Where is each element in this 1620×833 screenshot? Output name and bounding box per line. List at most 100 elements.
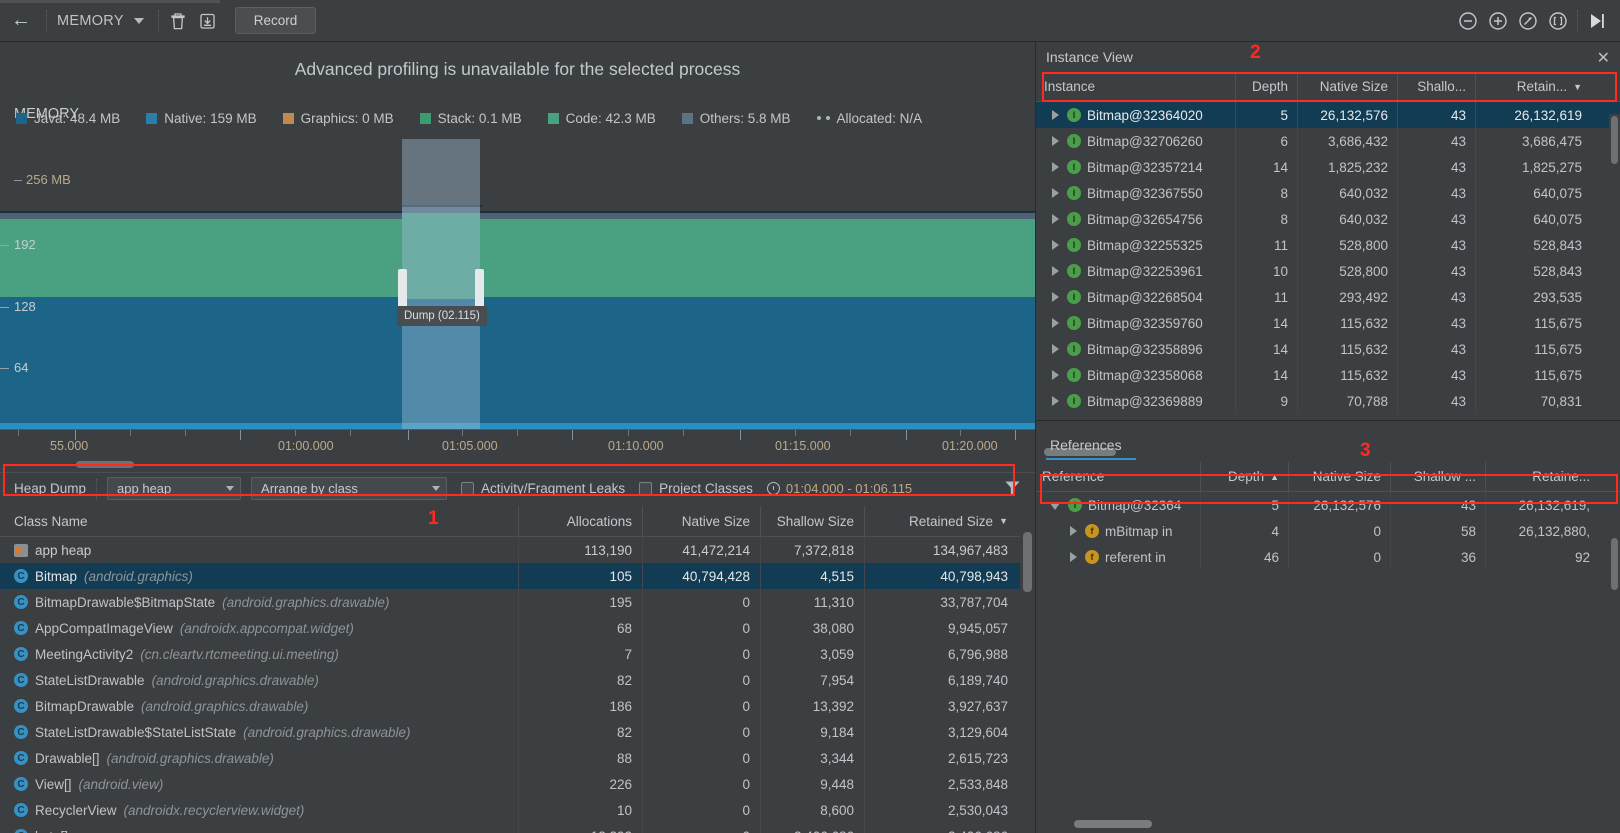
table-row[interactable]: C Bitmap (android.graphics) 105 40,794,428 4,…: [0, 563, 1020, 589]
heap-select[interactable]: app heap: [107, 477, 242, 500]
expand-triangle-icon[interactable]: [1052, 396, 1059, 406]
project-classes-checkbox[interactable]: Project Classes: [639, 481, 753, 496]
class-table[interactable]: Class Name Allocations Native Size Shall…: [0, 505, 1020, 833]
expand-triangle-icon[interactable]: [1052, 318, 1059, 328]
activity-fragment-leaks-checkbox[interactable]: Activity/Fragment Leaks: [461, 481, 625, 496]
timeline-scrollbar[interactable]: [0, 459, 1035, 470]
column-header-reference-depth[interactable]: Depth ▲: [1201, 461, 1289, 492]
references-vscrollbar-thumb[interactable]: [1611, 538, 1618, 590]
retained-size-cell: 3,927,637: [947, 698, 1008, 714]
memory-chart[interactable]: 192 128 64: [0, 139, 1035, 429]
record-button[interactable]: Record: [234, 7, 317, 34]
expand-triangle-icon[interactable]: [1052, 344, 1059, 354]
instance-name-cell: I Bitmap@32367550: [1036, 180, 1236, 206]
zoom-out-icon[interactable]: [1453, 6, 1483, 36]
native-size-cell: 0: [643, 667, 761, 693]
instance-row[interactable]: I Bitmap@32359760 14 115,632 43 115,675: [1036, 310, 1620, 336]
instance-row[interactable]: I Bitmap@32654756 8 640,032 43 640,075: [1036, 206, 1620, 232]
table-row[interactable]: C RecyclerView (androidx.recyclerview.widg…: [0, 797, 1020, 823]
column-header-class-name[interactable]: Class Name: [0, 505, 519, 537]
table-row[interactable]: C Drawable[] (android.graphics.drawable) 88…: [0, 745, 1020, 771]
table-row[interactable]: Cbyte[]12,29202,406,6862,406,686: [0, 823, 1020, 833]
expand-triangle-icon[interactable]: [1052, 188, 1059, 198]
expand-triangle-icon[interactable]: [1052, 292, 1059, 302]
expand-triangle-icon[interactable]: [1052, 110, 1059, 120]
column-header-instance[interactable]: Instance: [1036, 71, 1236, 102]
column-header-reference-shallow-size[interactable]: Shallow ...: [1391, 461, 1486, 492]
chevron-down-icon[interactable]: [133, 17, 144, 24]
references-vscrollbar[interactable]: [1609, 536, 1620, 656]
expand-triangle-icon[interactable]: [1070, 526, 1077, 536]
column-header-allocations[interactable]: Allocations: [519, 505, 643, 537]
table-row[interactable]: C AppCompatImageView (androidx.appcompat.w…: [0, 615, 1020, 641]
references-hscrollbar[interactable]: [1044, 818, 1614, 829]
instance-table-vscrollbar[interactable]: [1609, 114, 1620, 444]
class-table-scrollbar-thumb[interactable]: [1023, 532, 1032, 592]
tab-references[interactable]: References: [1046, 437, 1136, 460]
instance-row[interactable]: I Bitmap@32364020 5 26,132,576 43 26,132,619: [1036, 102, 1620, 128]
expand-triangle-icon[interactable]: [1052, 266, 1059, 276]
zoom-to-selection-icon[interactable]: [1543, 6, 1573, 36]
panel-divider[interactable]: [1036, 420, 1620, 421]
column-header-instance-depth[interactable]: Depth: [1236, 71, 1298, 102]
instance-retained-size-cell: 70,831: [1540, 393, 1582, 409]
table-row[interactable]: C StateListDrawable$StateListState (androi…: [0, 719, 1020, 745]
instance-row[interactable]: I Bitmap@32369889 9 70,788 43 70,831: [1036, 388, 1620, 414]
column-header-instance-retained-size[interactable]: Retain... ▼: [1476, 72, 1591, 102]
instance-native-size-cell: 640,032: [1298, 206, 1398, 232]
back-icon[interactable]: ←: [0, 0, 42, 42]
legend-item-allocated: Allocated: N/A: [816, 111, 922, 126]
instance-row[interactable]: I Bitmap@32706260 6 3,686,432 43 3,686,475: [1036, 128, 1620, 154]
expand-triangle-icon[interactable]: [1070, 552, 1077, 562]
column-header-instance-shallow-size[interactable]: Shallo...: [1398, 71, 1476, 102]
instance-row[interactable]: I Bitmap@32253961 10 528,800 43 528,843: [1036, 258, 1620, 284]
zoom-in-icon[interactable]: [1483, 6, 1513, 36]
reference-row[interactable]: I Bitmap@32364 5 26,132,576 43 26,132,619,: [1036, 492, 1620, 518]
arrange-select[interactable]: Arrange by class: [251, 477, 448, 500]
expand-triangle-icon[interactable]: [1052, 240, 1059, 250]
jump-to-live-icon[interactable]: [1582, 6, 1612, 36]
column-header-shallow-size[interactable]: Shallow Size: [761, 505, 865, 537]
column-header-reference-native-size[interactable]: Native Size: [1289, 461, 1391, 492]
chart-selection-range[interactable]: [398, 139, 484, 429]
instance-row[interactable]: I Bitmap@32358896 14 115,632 43 115,675: [1036, 336, 1620, 362]
instance-row[interactable]: I Bitmap@32255325 11 528,800 43 528,843: [1036, 232, 1620, 258]
table-row[interactable]: C View[] (android.view) 226 0 9,448 2,533,848: [0, 771, 1020, 797]
column-header-native-size[interactable]: Native Size: [643, 505, 761, 537]
instance-row[interactable]: I Bitmap@32367550 8 640,032 43 640,075: [1036, 180, 1620, 206]
table-row[interactable]: app heap 113,190 41,472,214 7,372,818 134,96…: [0, 537, 1020, 563]
reset-zoom-icon[interactable]: [1513, 6, 1543, 36]
timeline-axis[interactable]: 55.000 01:00.000 01:05.000 01:10.000 01:…: [0, 429, 1035, 459]
instance-native-size-cell: 26,132,576: [1298, 102, 1398, 128]
table-row[interactable]: C StateListDrawable (android.graphics.draw…: [0, 667, 1020, 693]
column-header-retained-size[interactable]: Retained Size ▼: [865, 506, 1020, 537]
column-header-reference-retained-size[interactable]: Retaine...: [1486, 462, 1596, 492]
trash-icon[interactable]: [163, 6, 193, 36]
instance-depth-cell: 14: [1236, 362, 1298, 388]
collapse-triangle-icon[interactable]: [1050, 503, 1060, 510]
timeline-scrollbar-thumb[interactable]: [76, 461, 134, 468]
annotation-number-1: 1: [428, 508, 439, 529]
references-table[interactable]: Reference Depth ▲ Native Size Shallow ...…: [1036, 461, 1620, 570]
reference-row[interactable]: f mBitmap in 4 0 58 26,132,880,: [1036, 518, 1620, 544]
close-icon[interactable]: ✕: [1597, 48, 1610, 68]
instance-row[interactable]: I Bitmap@32358068 14 115,632 43 115,675: [1036, 362, 1620, 388]
export-icon[interactable]: [193, 6, 223, 36]
expand-triangle-icon[interactable]: [1052, 214, 1059, 224]
column-header-reference[interactable]: Reference: [1036, 461, 1201, 492]
references-hscrollbar-thumb[interactable]: [1074, 820, 1152, 828]
reference-row[interactable]: f referent in 46 0 36 92: [1036, 544, 1620, 570]
instance-row[interactable]: I Bitmap@32268504 11 293,492 43 293,535: [1036, 284, 1620, 310]
instance-table-vscrollbar-thumb[interactable]: [1611, 116, 1618, 164]
dump-marker-label[interactable]: Dump (02.115): [397, 306, 487, 326]
table-row[interactable]: C BitmapDrawable$BitmapState (android.grap…: [0, 589, 1020, 615]
table-row[interactable]: C MeetingActivity2 (cn.cleartv.rtcmeeting.…: [0, 641, 1020, 667]
expand-triangle-icon[interactable]: [1052, 370, 1059, 380]
filter-icon[interactable]: [1004, 479, 1021, 499]
instance-row[interactable]: I Bitmap@32357214 14 1,825,232 43 1,825,275: [1036, 154, 1620, 180]
expand-triangle-icon[interactable]: [1052, 162, 1059, 172]
expand-triangle-icon[interactable]: [1052, 136, 1059, 146]
column-header-instance-native-size[interactable]: Native Size: [1298, 71, 1398, 102]
table-row[interactable]: C BitmapDrawable (android.graphics.drawabl…: [0, 693, 1020, 719]
class-table-scrollbar[interactable]: [1020, 506, 1035, 833]
